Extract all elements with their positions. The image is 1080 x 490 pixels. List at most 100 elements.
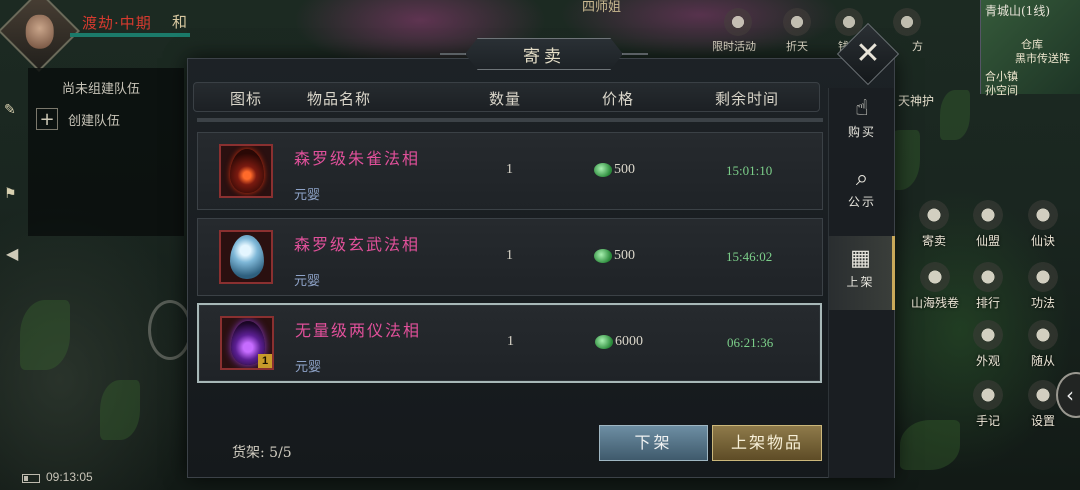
column-header: 价格 xyxy=(602,90,635,108)
item-remaining-time: 06:21:36 xyxy=(727,335,774,350)
buy-hand-icon: ☝ xyxy=(855,96,869,121)
top-menu-label: 方 xyxy=(912,40,923,53)
jade-currency-icon xyxy=(595,335,613,349)
side-tabs: ☝ 购买 ⌕ 公示 ▦ 上架 xyxy=(828,88,895,478)
consign-icon xyxy=(919,200,949,230)
jade-currency-icon xyxy=(594,163,612,177)
column-header: 数量 xyxy=(489,90,522,108)
team-title: 尚未组建队伍 xyxy=(62,82,141,97)
item-category: 元婴 xyxy=(294,274,321,289)
table-row[interactable]: 森罗级朱雀法相 元婴 1 500 15:01:10 xyxy=(197,132,823,210)
menu-skill[interactable]: 功法 xyxy=(1015,262,1071,311)
table-row-selected[interactable]: 1 无量级两仪法相 元婴 1 6000 06:21:36 xyxy=(197,303,822,383)
minimap-label: 仓库 xyxy=(1021,38,1043,51)
atlas-icon xyxy=(920,262,950,292)
menu-consign[interactable]: 寄卖 xyxy=(906,200,962,249)
sword-icon[interactable]: ✎ xyxy=(4,102,22,120)
close-icon[interactable]: ✕ xyxy=(846,34,890,74)
joystick[interactable] xyxy=(148,300,192,360)
hero-face xyxy=(25,14,54,49)
minimap-title: 青城山(1线) xyxy=(985,4,1050,18)
item-icon xyxy=(219,144,273,198)
item-icon: 1 xyxy=(220,316,274,370)
hero-mode[interactable]: 和 xyxy=(172,11,187,32)
item-category: 元婴 xyxy=(295,360,322,375)
menu-label: 设置 xyxy=(1030,414,1055,428)
notice-icon: ⌕ xyxy=(855,166,869,191)
header-divider xyxy=(197,118,823,122)
menu-alliance[interactable]: 仙盟 xyxy=(960,200,1016,249)
shelf-icon: ▦ xyxy=(850,246,871,271)
list-item-button[interactable]: 上架物品 xyxy=(712,425,822,461)
item-quantity: 1 xyxy=(506,162,513,177)
top-menu-label: 折天 xyxy=(786,40,808,53)
tab-label: 上架 xyxy=(846,275,875,289)
item-quantity: 1 xyxy=(507,334,514,349)
system-clock: 09:13:05 xyxy=(46,470,93,484)
create-team-button[interactable]: + 创建队伍 xyxy=(36,108,120,130)
jade-currency-icon xyxy=(594,249,612,263)
tab-list[interactable]: ▦ 上架 xyxy=(829,236,895,310)
follower-icon xyxy=(1028,320,1058,350)
column-header: 剩余时间 xyxy=(715,90,780,108)
menu-immortal-art[interactable]: 仙诀 xyxy=(1015,200,1071,249)
menu-appearance[interactable]: 外观 xyxy=(960,320,1016,369)
menu-label: 寄卖 xyxy=(921,234,946,248)
top-right-label: 天神护 xyxy=(898,94,935,108)
item-price: 500 xyxy=(614,248,635,263)
shelf-capacity: 货架: 5/5 xyxy=(232,445,292,461)
modal-title: 寄卖 xyxy=(523,47,565,67)
alliance-icon xyxy=(973,200,1003,230)
tab-buy[interactable]: ☝ 购买 xyxy=(829,96,895,160)
menu-follower[interactable]: 随从 xyxy=(1015,320,1071,369)
minimap-label: 黑市传送阵 xyxy=(1015,52,1070,65)
settings-icon xyxy=(1028,380,1058,410)
title-ornament xyxy=(440,53,468,55)
tab-notice[interactable]: ⌕ 公示 xyxy=(829,166,895,230)
pagoda-icon[interactable] xyxy=(893,8,921,36)
notes-icon xyxy=(973,380,1003,410)
skill-icon xyxy=(1028,262,1058,292)
appearance-icon xyxy=(973,320,1003,350)
item-name: 无量级两仪法相 xyxy=(295,321,422,340)
gate-icon[interactable] xyxy=(783,8,811,36)
menu-label: 随从 xyxy=(1030,354,1055,368)
menu-label: 外观 xyxy=(975,354,1000,368)
item-quantity: 1 xyxy=(506,248,513,263)
plus-icon: + xyxy=(36,108,58,130)
menu-label: 仙盟 xyxy=(975,234,1000,248)
egg-icon xyxy=(230,235,264,279)
item-price: 500 xyxy=(614,162,635,177)
temple-icon[interactable] xyxy=(724,8,752,36)
menu-label: 手记 xyxy=(975,414,1000,428)
top-banner: 四师姐 xyxy=(582,0,622,15)
item-icon xyxy=(219,230,273,284)
minimap-label: 孙空间 xyxy=(985,84,1018,97)
immortal-art-icon xyxy=(1028,200,1058,230)
hero-hp-bar xyxy=(70,33,190,37)
team-panel: 尚未组建队伍 + 创建队伍 xyxy=(28,68,184,236)
item-remaining-time: 15:46:02 xyxy=(726,249,773,264)
table-row[interactable]: 森罗级玄武法相 元婴 1 500 15:46:02 xyxy=(197,218,823,296)
create-team-label: 创建队伍 xyxy=(68,113,121,129)
unlist-button[interactable]: 下架 xyxy=(599,425,708,461)
item-name: 森罗级朱雀法相 xyxy=(294,149,421,168)
tab-label: 购买 xyxy=(847,125,876,139)
menu-ranking[interactable]: 排行 xyxy=(960,262,1016,311)
flag-icon[interactable]: ⚑ xyxy=(4,186,22,204)
menu-label: 功法 xyxy=(1030,296,1055,310)
item-price: 6000 xyxy=(615,334,643,349)
collapse-left-icon[interactable]: ◀ xyxy=(6,244,18,263)
minimap[interactable]: 青城山(1线) 黑市传送阵 仓库 合小镇 孙空间 xyxy=(980,0,1080,97)
tab-label: 公示 xyxy=(847,195,876,209)
menu-notes[interactable]: 手记 xyxy=(960,380,1016,429)
table-header: 图标 物品名称 数量 价格 剩余时间 xyxy=(193,82,820,112)
top-menu-label: 限时活动 xyxy=(712,40,756,53)
egg-icon xyxy=(230,149,264,193)
battery-icon xyxy=(22,474,40,483)
item-name: 森罗级玄武法相 xyxy=(294,235,421,254)
hero-realm: 渡劫·中期 xyxy=(82,14,152,32)
column-header: 图标 xyxy=(230,90,263,108)
column-header: 物品名称 xyxy=(307,90,372,108)
title-ornament xyxy=(620,53,648,55)
